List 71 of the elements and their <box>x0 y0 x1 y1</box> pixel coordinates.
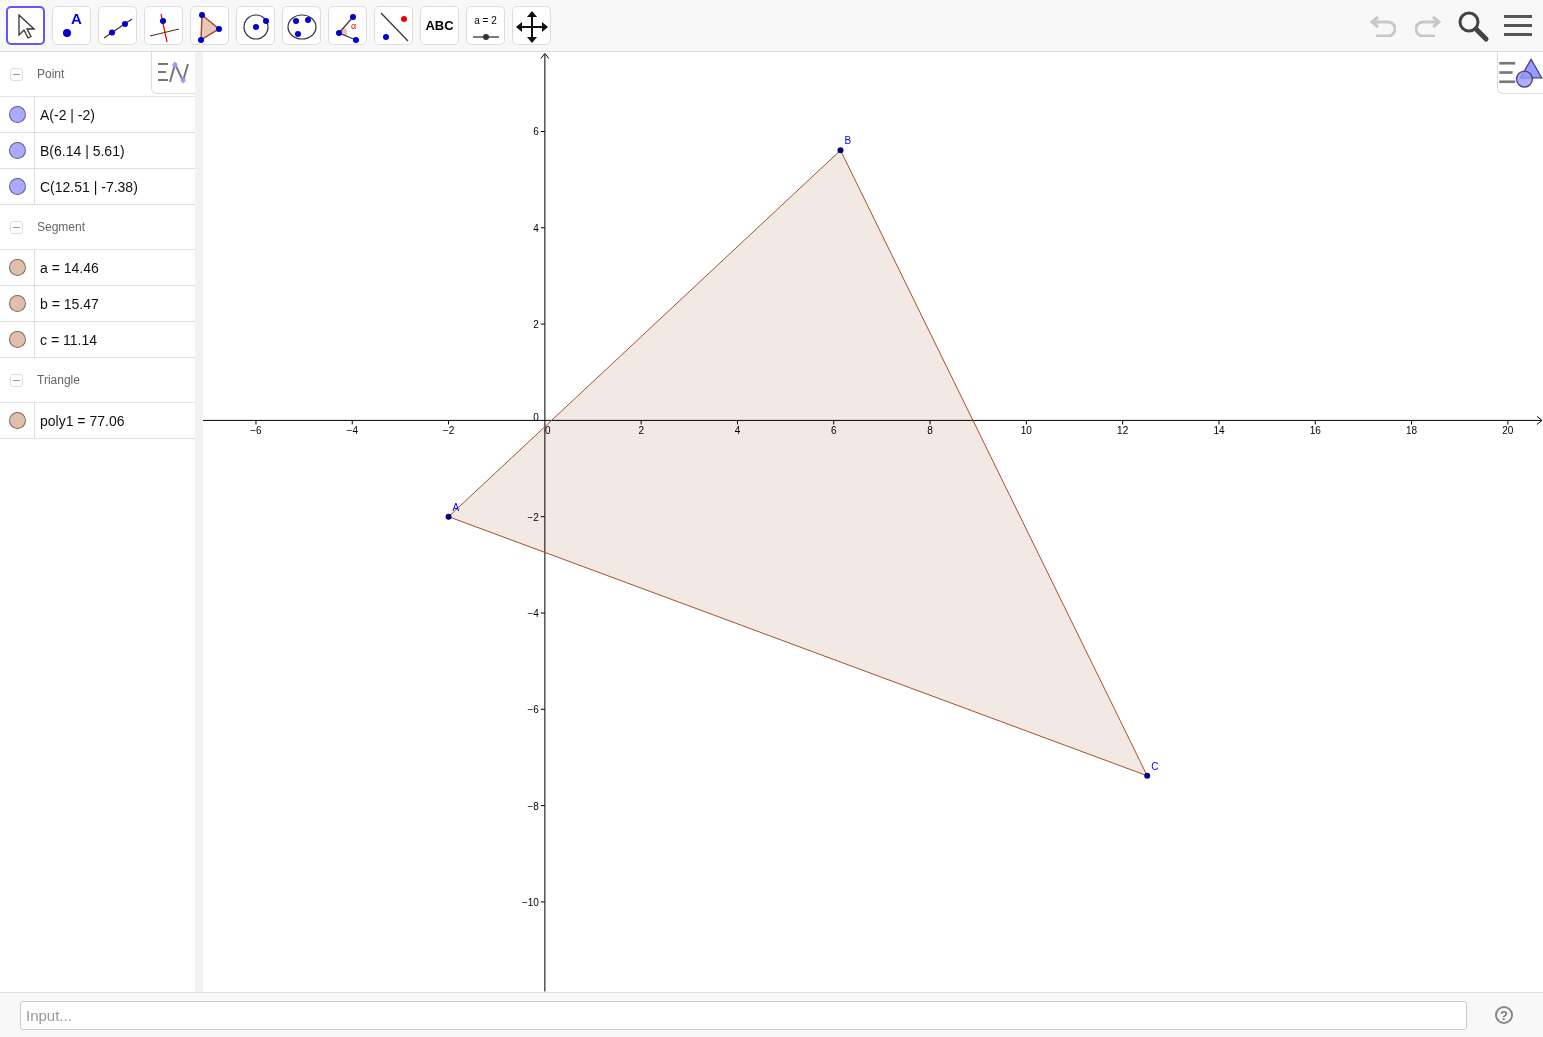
tool-button[interactable]: ABC <box>420 6 459 45</box>
arrow-cursor-icon <box>18 14 35 39</box>
y-tick-label: −8 <box>527 800 539 812</box>
graph-lines-icon <box>156 59 191 86</box>
visibility-dot[interactable] <box>8 295 26 312</box>
style-bar-button[interactable] <box>1497 52 1543 94</box>
group-title: Point <box>37 67 65 81</box>
x-tick-label: 4 <box>734 425 741 437</box>
tool-button[interactable] <box>6 6 45 45</box>
x-tick-label: 10 <box>1020 425 1032 437</box>
four-way-arrow-icon <box>515 10 549 44</box>
algebra-entry[interactable]: c = 11.14 <box>35 331 97 348</box>
visibility-dot[interactable] <box>8 259 26 276</box>
x-tick-label: 16 <box>1309 425 1321 437</box>
visibility-dot[interactable] <box>8 178 26 195</box>
y-tick-label: 4 <box>533 222 539 234</box>
point-label: A <box>452 501 460 513</box>
curved-arrow-icon <box>1370 14 1396 37</box>
x-tick-label: 6 <box>831 425 837 437</box>
x-tick-label: −6 <box>250 425 262 437</box>
group-title: Segment <box>37 220 86 234</box>
curved-arrow-icon <box>1415 14 1441 37</box>
point-label: C <box>1151 760 1159 772</box>
algebra-entry[interactable]: A(-2 | -2) <box>35 106 95 123</box>
algebra-entry[interactable]: poly1 = 77.06 <box>35 412 125 429</box>
tool-button[interactable]: α <box>328 6 367 45</box>
point-icon <box>62 28 72 38</box>
visibility-dot[interactable] <box>8 106 26 123</box>
perpendicular-lines-icon <box>149 13 180 43</box>
style-bar-button[interactable] <box>151 52 195 94</box>
visibility-dot[interactable] <box>8 412 26 429</box>
input-field[interactable]: Input... <box>20 1000 1467 1030</box>
circle-icon <box>243 14 270 40</box>
algebra-entry[interactable]: a = 14.46 <box>35 259 99 276</box>
x-tick-label: 14 <box>1213 425 1225 437</box>
y-tick-label: −2 <box>527 511 539 523</box>
collapse-toggle[interactable] <box>10 220 23 234</box>
slider-icon <box>472 33 500 41</box>
point[interactable] <box>1144 772 1151 779</box>
x-tick-label: −4 <box>346 425 358 437</box>
y-tick-label: −4 <box>527 608 539 619</box>
tool-button[interactable]: A <box>52 6 91 45</box>
angle-icon <box>335 13 360 44</box>
x-tick-label: 12 <box>1117 425 1129 437</box>
line-through-points-icon <box>103 18 133 39</box>
visibility-dot[interactable] <box>8 142 26 159</box>
algebra-entry[interactable]: B(6.14 | 5.61) <box>35 142 125 159</box>
point[interactable] <box>445 513 452 520</box>
point-label: B <box>844 135 852 147</box>
triangle-icon <box>197 11 223 44</box>
x-tick-label: 8 <box>927 425 933 437</box>
x-tick-label: 2 <box>638 425 644 437</box>
y-tick-label: −6 <box>527 704 539 716</box>
algebra-entry[interactable]: C(12.51 | -7.38) <box>35 178 138 195</box>
algebra-entry[interactable]: b = 15.47 <box>35 295 99 312</box>
collapse-toggle[interactable] <box>10 373 23 387</box>
y-tick-label: −10 <box>521 896 539 908</box>
point-and-line-icon <box>380 12 409 42</box>
visibility-dot[interactable] <box>8 331 26 348</box>
tool-button[interactable]: a = 2 <box>466 6 505 45</box>
x-tick-label: 0 <box>545 425 551 437</box>
y-tick-label: 6 <box>533 126 539 138</box>
x-tick-label: 18 <box>1406 425 1418 437</box>
y-tick-label: 2 <box>533 319 539 331</box>
group-title: Triangle <box>37 373 80 387</box>
x-tick-label: 20 <box>1502 425 1514 437</box>
point[interactable] <box>837 147 844 154</box>
ellipse-icon <box>287 14 317 40</box>
collapse-toggle[interactable] <box>10 67 23 81</box>
help-button[interactable]: ? <box>1495 1006 1513 1024</box>
x-tick-label: −2 <box>442 425 455 437</box>
